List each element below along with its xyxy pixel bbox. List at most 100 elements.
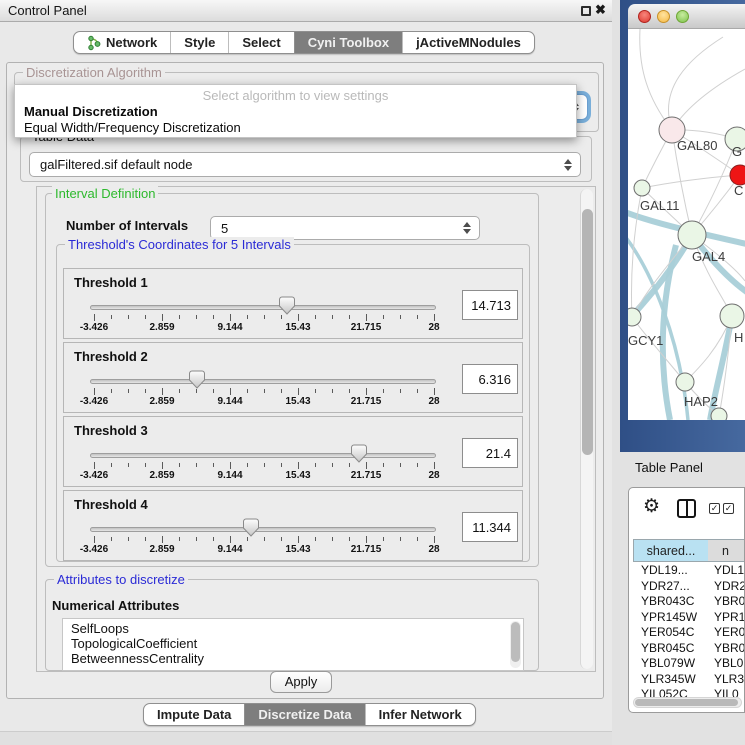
column-header-shared-name[interactable]: shared... <box>633 539 708 562</box>
close-traffic-light[interactable] <box>638 10 651 23</box>
tab-network[interactable]: Network <box>74 32 170 53</box>
cell-name: YDR2 <box>708 579 744 595</box>
tab-discretize-data[interactable]: Discretize Data <box>244 704 364 725</box>
attribute-item[interactable]: SelfLoops <box>71 621 523 636</box>
cyni-content: Discretization Algorithm Select algorith… <box>6 62 604 699</box>
threshold-value-input[interactable] <box>462 290 518 320</box>
slider-thumb[interactable] <box>189 370 205 389</box>
tab-jactivemnodules[interactable]: jActiveMNodules <box>402 32 534 53</box>
column-header-name[interactable]: n <box>708 539 744 562</box>
table-row[interactable]: YER054CYER0 <box>633 625 744 641</box>
tab-label: Select <box>242 35 280 50</box>
slider-tick <box>162 536 163 543</box>
slider-tick <box>434 462 435 469</box>
slider-tick <box>128 537 129 541</box>
attribute-item[interactable]: BetweennessCentrality <box>71 651 523 666</box>
threshold-value-input[interactable] <box>462 438 518 468</box>
network-canvas[interactable]: GAL80 GAL11 GAL4 GCY1 HAP2 G C H <box>628 29 745 420</box>
tab-select[interactable]: Select <box>228 32 293 53</box>
node-gal11[interactable] <box>634 180 650 196</box>
table-data-selected: galFiltered.sif default node <box>40 157 192 172</box>
threshold-value-input[interactable] <box>462 364 518 394</box>
list-scrollbar-thumb[interactable] <box>511 622 520 662</box>
columns-icon[interactable] <box>677 499 696 518</box>
checkbox-icon[interactable]: ✓ <box>723 503 734 514</box>
slider-tick <box>366 536 367 543</box>
slider-tick <box>434 536 435 543</box>
threshold-panel: Threshold 1 -3.4262.8599.14415.4321.7152… <box>63 268 523 339</box>
slider-tick <box>349 463 350 467</box>
node-partial-bottom[interactable] <box>711 408 727 420</box>
tab-label: jActiveMNodules <box>416 35 521 50</box>
node-hap2[interactable] <box>676 373 694 391</box>
slider-tick <box>332 537 333 541</box>
numerical-attributes-list[interactable]: SelfLoopsTopologicalCoefficientBetweenne… <box>62 618 524 671</box>
cell-name: YER0 <box>708 625 744 641</box>
vertical-scrollbar-thumb[interactable] <box>582 209 593 455</box>
list-scrollbar[interactable] <box>510 621 521 668</box>
close-icon[interactable]: ✖ <box>595 2 606 18</box>
table-row[interactable]: YBR045CYBR0 <box>633 641 744 657</box>
slider-tick <box>230 462 231 469</box>
node-gal4[interactable] <box>678 221 706 249</box>
tab-infer-network[interactable]: Infer Network <box>365 704 475 725</box>
slider-tick <box>94 314 95 321</box>
cell-shared-name: YDR27... <box>633 579 708 595</box>
zoom-traffic-light[interactable] <box>676 10 689 23</box>
network-graph: GAL80 GAL11 GAL4 GCY1 HAP2 G C H <box>628 29 745 420</box>
horizontal-scrollbar-thumb[interactable] <box>635 699 738 706</box>
table-data-group: Table Data galFiltered.sif default node <box>20 136 592 182</box>
minimize-traffic-light[interactable] <box>657 10 670 23</box>
group-title: Discretization Algorithm <box>23 65 165 80</box>
tab-cyni-toolbox[interactable]: Cyni Toolbox <box>294 32 402 53</box>
slider-thumb[interactable] <box>351 444 367 463</box>
slider-tick <box>247 463 248 467</box>
threshold-value-input[interactable] <box>462 512 518 542</box>
slider-tick-label: 28 <box>428 544 439 555</box>
vertical-scrollbar[interactable] <box>580 189 593 669</box>
table-data-combobox[interactable]: galFiltered.sif default node <box>29 152 581 177</box>
tab-impute-data[interactable]: Impute Data <box>144 704 244 725</box>
bottom-tab-bar: Impute Data Discretize Data Infer Networ… <box>143 703 476 726</box>
slider-tick <box>383 315 384 319</box>
slider-tick-label: 28 <box>428 396 439 407</box>
slider-tick <box>247 315 248 319</box>
slider-tick-label: 9.144 <box>217 544 242 555</box>
slider-tick <box>434 314 435 321</box>
table-row[interactable]: YIL052CYIL0 <box>633 687 744 697</box>
float-window-icon[interactable] <box>581 6 591 16</box>
bottom-seam <box>0 731 612 745</box>
dropdown-option-equal-width[interactable]: Equal Width/Frequency Discretization <box>15 120 576 136</box>
checkbox-icon[interactable]: ✓ <box>709 503 720 514</box>
attribute-item[interactable]: TopologicalCoefficient <box>71 636 523 651</box>
group-title: Attributes to discretize <box>54 572 188 587</box>
dropdown-option-manual[interactable]: Manual Discretization <box>15 104 576 120</box>
slider-tick <box>213 537 214 541</box>
slider-tick <box>264 463 265 467</box>
slider-tick <box>213 463 214 467</box>
slider-tick <box>281 315 282 319</box>
apply-button[interactable]: Apply <box>270 671 332 693</box>
tab-style[interactable]: Style <box>170 32 228 53</box>
slider-tick <box>230 388 231 395</box>
table-row[interactable]: YPR145WYPR1 <box>633 610 744 626</box>
slider-tick <box>196 463 197 467</box>
table-row[interactable]: YLR345WYLR3 <box>633 672 744 688</box>
horizontal-scrollbar[interactable] <box>633 697 742 708</box>
slider-tick-label: -3.426 <box>80 544 108 555</box>
table-row[interactable]: YBL079WYBL0 <box>633 656 744 672</box>
slider-thumb[interactable] <box>279 296 295 315</box>
table-row[interactable]: YDR27...YDR2 <box>633 579 744 595</box>
table-row[interactable]: YBR043CYBR0 <box>633 594 744 610</box>
network-window-frame[interactable]: GAL80 GAL11 GAL4 GCY1 HAP2 G C H <box>620 0 745 452</box>
slider-tick <box>162 314 163 321</box>
slider-tick <box>281 463 282 467</box>
table-row[interactable]: YDL19...YDL1 <box>633 563 744 579</box>
slider-thumb[interactable] <box>243 518 259 537</box>
node-gcy1[interactable] <box>628 308 641 326</box>
node-partial-right[interactable] <box>720 304 744 328</box>
node-selected-red[interactable] <box>730 165 745 185</box>
slider-tick <box>281 389 282 393</box>
network-window-titlebar[interactable] <box>628 4 745 29</box>
gear-icon[interactable]: ⚙ <box>643 496 660 518</box>
